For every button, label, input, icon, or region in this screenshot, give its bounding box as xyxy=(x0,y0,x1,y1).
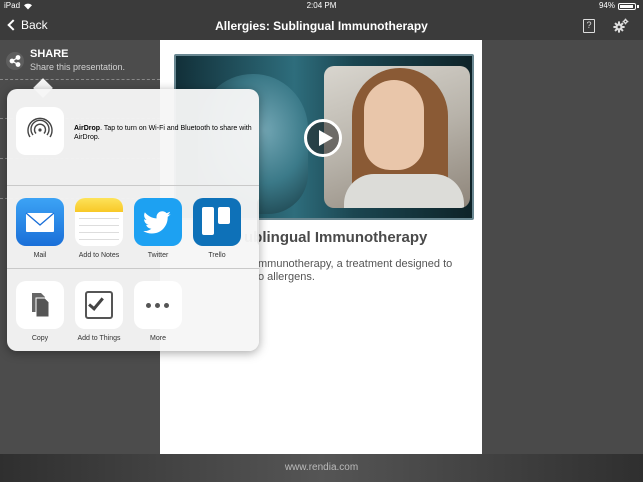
app-label: Twitter xyxy=(147,252,169,259)
add-to-things-button[interactable]: Add to Things xyxy=(72,281,126,342)
status-time: 2:04 PM xyxy=(306,1,337,10)
mail-icon xyxy=(16,198,64,246)
status-right: 94% xyxy=(599,0,639,12)
footer-url[interactable]: www.rendia.com xyxy=(285,462,358,473)
share-mail-button[interactable]: Mail xyxy=(13,198,67,259)
page-title: Allergies: Sublingual Immunotherapy xyxy=(215,19,428,33)
action-label: More xyxy=(150,335,166,342)
action-label: Add to Things xyxy=(77,335,121,342)
app-label: Add to Notes xyxy=(78,252,120,259)
airdrop-icon xyxy=(16,107,64,155)
share-sheet: AirDrop. Tap to turn on Wi-Fi and Blueto… xyxy=(7,89,259,351)
right-gutter xyxy=(482,40,643,454)
footer: www.rendia.com xyxy=(0,454,643,482)
gear-icon[interactable] xyxy=(613,18,629,34)
airdrop-description: AirDrop. Tap to turn on Wi-Fi and Blueto… xyxy=(74,124,252,142)
navigation-bar: Back Allergies: Sublingual Immunotherapy… xyxy=(0,12,643,40)
trello-column xyxy=(202,207,214,235)
battery-nub xyxy=(637,4,639,8)
photo-shirt xyxy=(344,174,464,208)
play-button[interactable] xyxy=(304,119,342,157)
status-bar: iPad 2:04 PM 94% xyxy=(0,0,643,12)
airdrop-row[interactable]: AirDrop. Tap to turn on Wi-Fi and Blueto… xyxy=(7,89,259,185)
battery-percent: 94% xyxy=(598,1,615,10)
action-label: Copy xyxy=(31,335,49,342)
notes-line xyxy=(79,232,119,233)
presentation-description: o allergens. xyxy=(258,271,315,283)
copy-button[interactable]: Copy xyxy=(13,281,67,342)
checkbox-icon xyxy=(75,281,123,329)
notes-header xyxy=(75,198,123,212)
more-dot xyxy=(164,303,169,308)
help-button[interactable]: ? xyxy=(583,19,595,33)
share-twitter-button[interactable]: Twitter xyxy=(131,198,185,259)
app-row: Mail Add to Notes Twitter Trello xyxy=(7,198,259,268)
share-notes-button[interactable]: Add to Notes xyxy=(72,198,126,259)
trello-icon xyxy=(193,198,241,246)
share-icon xyxy=(6,52,24,70)
battery-level xyxy=(620,4,634,8)
photo-face xyxy=(364,80,424,170)
share-section[interactable]: SHARE Share this presentation. xyxy=(6,48,125,72)
battery-icon xyxy=(618,2,636,10)
action-row: Copy Add to Things More xyxy=(7,281,259,345)
share-subtitle: Share this presentation. xyxy=(30,62,126,72)
trello-column xyxy=(218,207,230,224)
presentation-title: ublingual Immunotherapy xyxy=(244,229,428,246)
play-icon xyxy=(319,130,333,146)
app-label: Mail xyxy=(33,252,47,259)
notes-icon xyxy=(75,198,123,246)
notes-line xyxy=(79,239,119,240)
app-label: Trello xyxy=(208,252,226,259)
airdrop-label: AirDrop xyxy=(74,125,101,132)
share-title: SHARE xyxy=(30,48,69,60)
copy-icon xyxy=(16,281,64,329)
notes-line xyxy=(79,225,119,226)
twitter-icon xyxy=(134,198,182,246)
divider xyxy=(7,268,259,269)
share-trello-button[interactable]: Trello xyxy=(190,198,244,259)
divider xyxy=(7,185,259,186)
more-dot xyxy=(155,303,160,308)
airdrop-hint: . Tap to turn on Wi-Fi and Bluetooth to … xyxy=(74,125,252,141)
partial-app-icon[interactable] xyxy=(257,198,259,246)
patient-photo xyxy=(324,66,470,208)
presentation-description: mmunotherapy, a treatment designed to xyxy=(258,258,453,270)
more-dot xyxy=(146,303,151,308)
more-button[interactable]: More xyxy=(131,281,185,342)
more-icon xyxy=(134,281,182,329)
divider xyxy=(0,79,160,80)
notes-line xyxy=(79,218,119,219)
